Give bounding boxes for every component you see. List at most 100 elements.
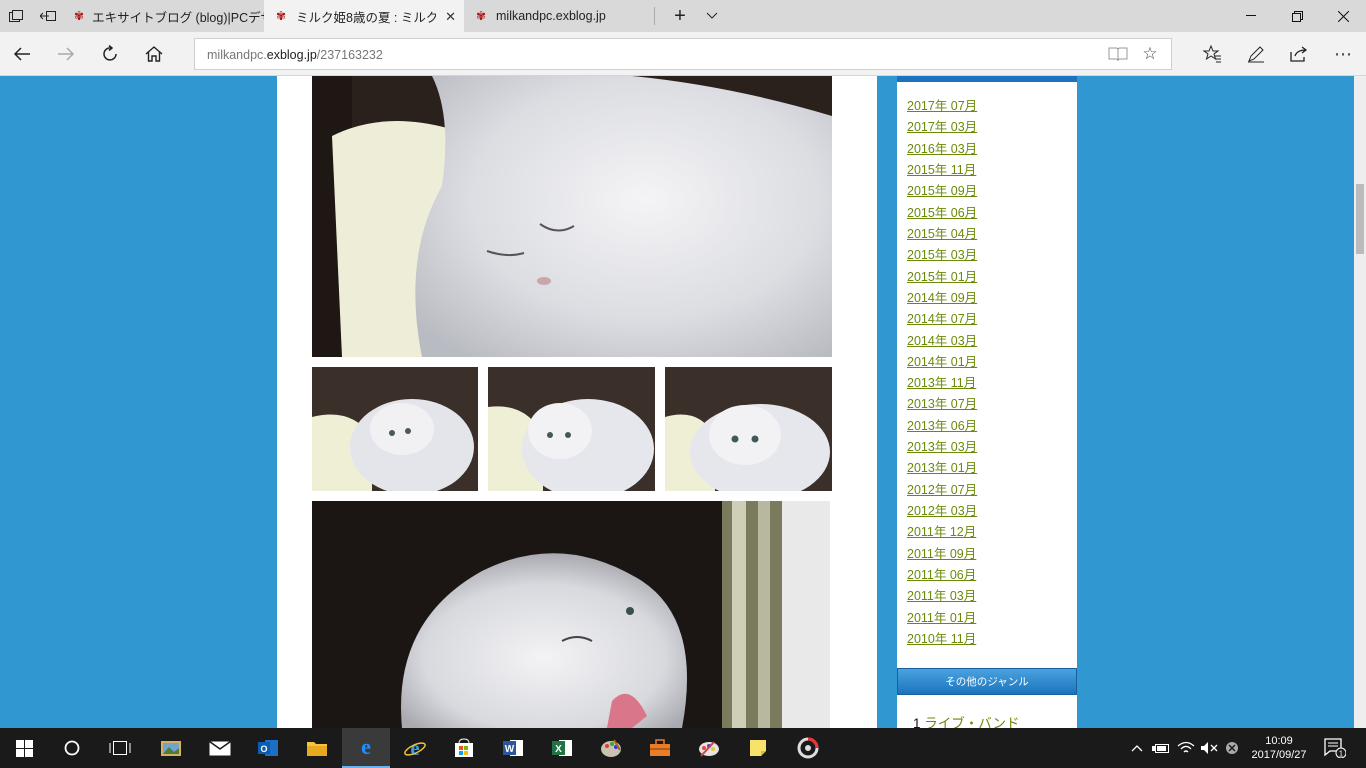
blog-sidebar: 2017年 07月 2017年 03月 2016年 03月 2015年 11月 2015… xyxy=(897,76,1077,728)
archive-link[interactable]: 2011年 03月 xyxy=(907,585,976,604)
archive-link[interactable]: 2015年 09月 xyxy=(907,180,977,199)
tab-manager-icon[interactable] xyxy=(0,0,32,32)
start-windows-icon[interactable] xyxy=(0,728,48,768)
archive-link[interactable]: 2015年 01月 xyxy=(907,266,977,285)
show-hidden-icons-chevron[interactable] xyxy=(1128,728,1146,768)
windows-taskbar: O e e W X 10:09 2017/09/27 1 xyxy=(0,728,1366,768)
tab-milk-hime[interactable]: ✾ ミルク姫8歳の夏 : ミルク姫 ✕ xyxy=(264,0,464,32)
cat-photo-sleeping[interactable] xyxy=(312,76,832,357)
outlook-icon[interactable]: O xyxy=(244,728,292,768)
archive-link[interactable]: 2013年 11月 xyxy=(907,372,976,391)
close-window-icon[interactable] xyxy=(1320,0,1366,32)
archive-link[interactable]: 2012年 03月 xyxy=(907,500,977,519)
status-x-circle-icon[interactable] xyxy=(1222,728,1242,768)
tab-title: ミルク姫8歳の夏 : ミルク姫 xyxy=(296,10,436,25)
archive-link[interactable]: 2013年 03月 xyxy=(907,436,977,455)
archive-link[interactable]: 2014年 03月 xyxy=(907,330,977,349)
scrollbar-thumb[interactable] xyxy=(1356,184,1364,254)
archive-link[interactable]: 2014年 09月 xyxy=(907,287,977,306)
cat-thumbnail-1[interactable] xyxy=(312,367,478,491)
system-clock[interactable]: 10:09 2017/09/27 xyxy=(1244,728,1314,768)
tab-preview-chevron-icon[interactable] xyxy=(696,0,728,32)
minimize-icon[interactable] xyxy=(1228,0,1274,32)
svg-text:O: O xyxy=(260,744,267,754)
cortana-circle-icon[interactable] xyxy=(48,728,96,768)
archive-link[interactable]: 2010年 11月 xyxy=(907,628,976,647)
more-menu-icon[interactable]: ⋯ xyxy=(1327,38,1359,70)
web-note-pen-icon[interactable] xyxy=(1240,38,1272,70)
battery-icon[interactable] xyxy=(1150,728,1172,768)
sticky-notes-icon[interactable] xyxy=(734,728,782,768)
archive-link[interactable]: 2015年 03月 xyxy=(907,244,977,263)
url-path: /237163232 xyxy=(316,48,383,62)
archive-link[interactable]: 2017年 03月 xyxy=(907,116,977,135)
action-center-icon[interactable]: 1 xyxy=(1320,728,1350,768)
word-icon[interactable]: W xyxy=(489,728,537,768)
blog-main-column xyxy=(277,76,877,728)
back-icon[interactable] xyxy=(0,32,44,76)
svg-text:e: e xyxy=(410,737,419,759)
cat-photo-yawning[interactable] xyxy=(312,501,830,728)
internet-explorer-icon[interactable]: e xyxy=(391,728,439,768)
archive-link[interactable]: 2011年 01月 xyxy=(907,607,976,626)
svg-text:W: W xyxy=(505,744,515,755)
archive-link[interactable]: 2011年 12月 xyxy=(907,521,976,540)
set-tabs-aside-icon[interactable] xyxy=(32,0,64,32)
reading-view-icon[interactable] xyxy=(1102,38,1134,70)
page-scrollbar[interactable] xyxy=(1354,76,1366,728)
archive-link[interactable]: 2015年 11月 xyxy=(907,159,976,178)
svg-text:X: X xyxy=(555,744,562,755)
photos-app-icon[interactable] xyxy=(147,728,195,768)
archive-link[interactable]: 2011年 09月 xyxy=(907,543,976,562)
restore-icon[interactable] xyxy=(1274,0,1320,32)
hub-favorites-icon[interactable] xyxy=(1196,38,1228,70)
tab-milkandpc[interactable]: ✾ milkandpc.exblog.jp xyxy=(464,0,654,32)
archive-link[interactable]: 2017年 07月 xyxy=(907,95,977,114)
edge-browser-icon[interactable]: e xyxy=(342,728,390,768)
new-tab-icon[interactable]: + xyxy=(664,0,696,32)
archive-link[interactable]: 2011年 06月 xyxy=(907,564,976,583)
volume-muted-icon[interactable] xyxy=(1198,728,1220,768)
share-icon[interactable] xyxy=(1283,38,1315,70)
favorite-star-icon[interactable]: ☆ xyxy=(1134,38,1166,70)
cat-thumbnail-3[interactable] xyxy=(665,367,832,491)
task-view-icon[interactable] xyxy=(96,728,144,768)
archive-link[interactable]: 2014年 01月 xyxy=(907,351,977,370)
genre-link-live-band[interactable]: ライブ・バンド xyxy=(924,716,1019,728)
refresh-icon[interactable] xyxy=(88,32,132,76)
url-host: exblog.jp xyxy=(266,48,317,62)
close-tab-icon[interactable]: ✕ xyxy=(445,9,456,25)
archive-link[interactable]: 2015年 06月 xyxy=(907,202,977,221)
archive-link[interactable]: 2013年 06月 xyxy=(907,415,977,434)
url-prefix: milkandpc. xyxy=(207,48,267,62)
genre-item-number: 1 xyxy=(913,716,921,728)
mail-icon[interactable] xyxy=(196,728,244,768)
paint-brush-palette-icon[interactable] xyxy=(685,728,733,768)
toolbox-icon[interactable] xyxy=(636,728,684,768)
excel-icon[interactable]: X xyxy=(538,728,586,768)
page-viewport: 2017年 07月 2017年 03月 2016年 03月 2015年 11月 2015… xyxy=(0,76,1354,728)
cat-thumbnail-2[interactable] xyxy=(488,367,655,491)
file-explorer-icon[interactable] xyxy=(293,728,341,768)
archive-link[interactable]: 2013年 07月 xyxy=(907,393,977,412)
wifi-icon[interactable] xyxy=(1175,728,1197,768)
clock-time: 10:09 xyxy=(1265,735,1293,747)
store-icon[interactable] xyxy=(440,728,488,768)
archive-link[interactable]: 2016年 03月 xyxy=(907,138,977,157)
svg-text:e: e xyxy=(361,736,371,758)
forward-icon[interactable] xyxy=(44,32,88,76)
archive-link[interactable]: 2014年 07月 xyxy=(907,308,977,327)
archive-link[interactable]: 2013年 01月 xyxy=(907,457,977,476)
other-genre-header: その他のジャンル xyxy=(897,668,1077,695)
media-app-icon[interactable] xyxy=(784,728,832,768)
tab-excite-blog[interactable]: ✾ エキサイトブログ (blog)|PCデザ· xyxy=(64,0,264,32)
home-icon[interactable] xyxy=(132,32,176,76)
archive-header-edge xyxy=(897,76,1077,82)
notification-badge-count: 1 xyxy=(1339,750,1344,759)
address-field[interactable]: milkandpc.exblog.jp/237163232 xyxy=(194,38,1172,70)
clock-date: 2017/09/27 xyxy=(1251,749,1307,761)
archive-link[interactable]: 2015年 04月 xyxy=(907,223,977,242)
paw-icon: ✾ xyxy=(74,9,85,23)
paint-palette-icon[interactable] xyxy=(587,728,635,768)
archive-link[interactable]: 2012年 07月 xyxy=(907,479,977,498)
